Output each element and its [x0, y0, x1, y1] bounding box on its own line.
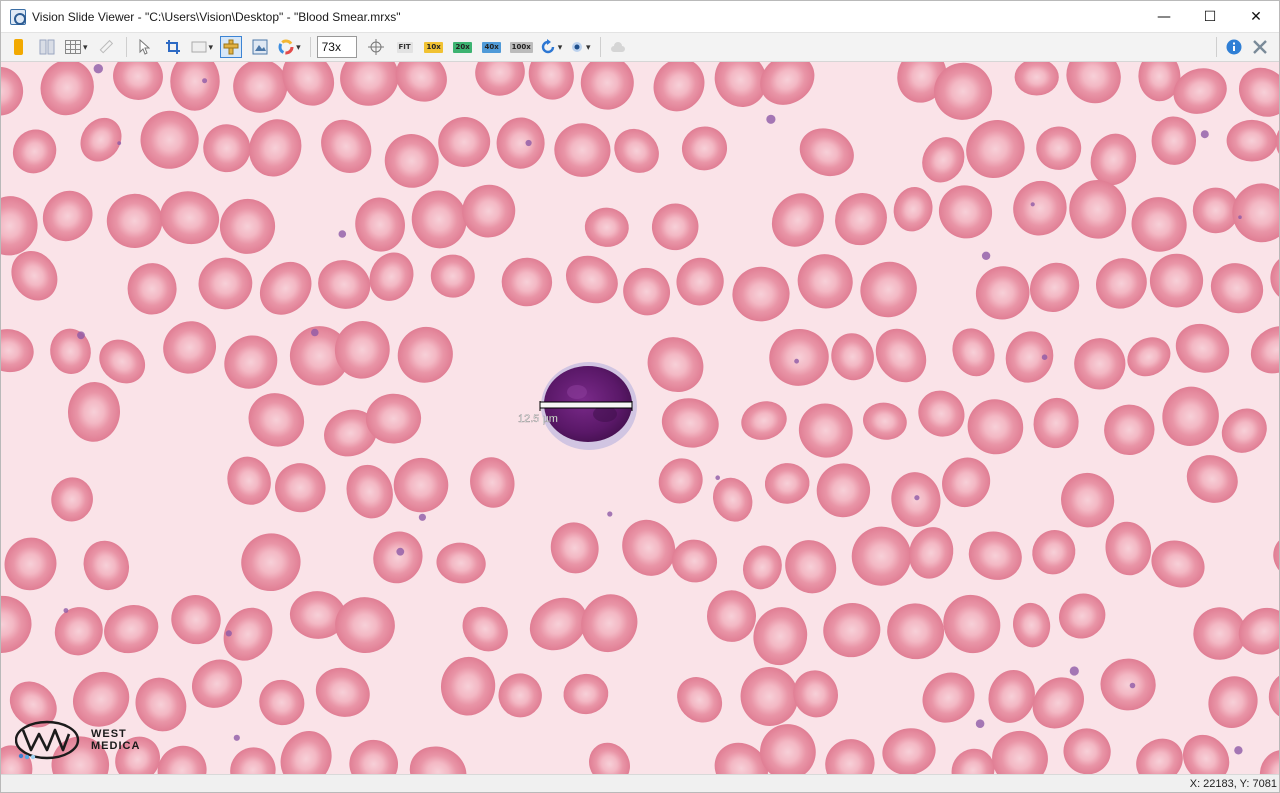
crop-button[interactable]: [162, 36, 184, 58]
close-button[interactable]: ✕: [1233, 1, 1279, 32]
maximize-button[interactable]: ☐: [1187, 1, 1233, 32]
cursor-icon: [139, 39, 150, 55]
fit-label: FIT: [396, 41, 413, 53]
measurement-label: 12.5 µm: [518, 413, 558, 425]
toolbar-separator: [309, 37, 311, 57]
blood-smear-image: 12.5 µm: [1, 62, 1279, 776]
zoom-20x-button[interactable]: 20x: [452, 36, 474, 58]
platelet: [117, 141, 122, 145]
rectangle-select-icon: [191, 41, 207, 53]
zoom-40x-label: 40x: [482, 41, 501, 53]
zoom-input[interactable]: 73x: [316, 36, 357, 58]
rotate-icon: [541, 39, 554, 54]
layout-icon: [39, 39, 55, 55]
toolbar-separator: [600, 37, 602, 57]
platelet: [794, 358, 799, 364]
ruler-icon: [99, 39, 113, 54]
zoom-10x-button[interactable]: 10x: [423, 36, 445, 58]
pointer-button[interactable]: [133, 36, 155, 58]
platelet: [914, 495, 920, 501]
logo-line-2: MEDICA: [91, 740, 141, 752]
image-icon: [252, 39, 268, 55]
minimize-button[interactable]: —: [1141, 1, 1187, 32]
platelet: [1129, 682, 1136, 689]
platelet: [202, 78, 208, 84]
color-dropdown[interactable]: [278, 36, 301, 58]
tools-icon: [1253, 40, 1267, 54]
slide-viewport[interactable]: 12.5 µm WEST MEDICA: [1, 62, 1279, 776]
rotate-dropdown[interactable]: [540, 36, 563, 58]
platelet: [396, 547, 405, 556]
platelet: [77, 331, 85, 340]
fit-button[interactable]: FIT: [394, 36, 416, 58]
grid-icon: [65, 40, 81, 54]
west-medica-wordmark: WEST MEDICA: [91, 728, 140, 752]
west-medica-logo: WEST MEDICA: [15, 720, 140, 760]
bookmark-icon: [13, 39, 23, 55]
platelet: [1041, 354, 1048, 361]
zoom-100x-button[interactable]: 100x: [509, 36, 533, 58]
focus-icon: [572, 42, 582, 52]
tools-button[interactable]: [1249, 36, 1271, 58]
zoom-40x-button[interactable]: 40x: [481, 36, 503, 58]
platelet: [1200, 130, 1209, 139]
selection-dropdown[interactable]: [191, 36, 214, 58]
info-icon: [1226, 39, 1242, 55]
center-button[interactable]: [365, 36, 387, 58]
image-adjust-button[interactable]: [249, 36, 271, 58]
app-window: Vision Slide Viewer - "C:\Users\Vision\D…: [0, 0, 1280, 793]
zoom-100x-label: 100x: [509, 41, 533, 53]
measure-icon: [223, 39, 239, 55]
zoom-10x-label: 10x: [424, 41, 443, 53]
platelet: [766, 114, 776, 124]
bookmark-button[interactable]: [7, 36, 29, 58]
platelet: [1030, 202, 1035, 207]
platelet: [93, 64, 104, 74]
crop-icon: [165, 40, 180, 54]
cloud-icon: [611, 42, 626, 52]
info-button[interactable]: [1223, 36, 1245, 58]
platelet: [418, 513, 426, 521]
status-bar: X: 22183, Y: 7081: [1, 774, 1279, 792]
platelet: [525, 139, 532, 147]
platelet: [63, 608, 69, 613]
platelet: [1238, 215, 1242, 219]
platelet: [607, 511, 613, 517]
color-wheel-icon: [278, 39, 294, 55]
platelet: [1069, 666, 1079, 676]
platelet: [233, 734, 240, 741]
toolbar-separator: [1216, 37, 1217, 57]
measure-tool-button[interactable]: [220, 36, 243, 58]
platelet: [715, 475, 720, 481]
window-controls: — ☐ ✕: [1141, 1, 1279, 32]
platelet: [311, 328, 319, 337]
logo-line-1: WEST: [91, 728, 127, 740]
platelet: [225, 630, 232, 637]
toolbar: 73x FIT 10x 20x 40x 100x: [1, 32, 1279, 62]
platelet: [1234, 746, 1243, 755]
toolbar-separator: [125, 37, 127, 57]
zoom-20x-label: 20x: [453, 41, 472, 53]
cursor-coordinates: X: 22183, Y: 7081: [1189, 778, 1277, 790]
crosshair-icon: [367, 39, 384, 55]
ruler-button[interactable]: [95, 36, 117, 58]
cloud-button[interactable]: [607, 36, 629, 58]
window-title: Vision Slide Viewer - "C:\Users\Vision\D…: [32, 9, 401, 24]
platelet: [975, 719, 985, 728]
focus-dropdown[interactable]: [569, 36, 591, 58]
platelet: [338, 230, 347, 238]
title-bar: Vision Slide Viewer - "C:\Users\Vision\D…: [1, 1, 1279, 32]
west-medica-logo-mark: [15, 720, 85, 760]
layout-button[interactable]: [36, 36, 58, 58]
grid-dropdown[interactable]: [65, 36, 88, 58]
app-icon: [10, 8, 26, 25]
platelet: [981, 251, 991, 260]
